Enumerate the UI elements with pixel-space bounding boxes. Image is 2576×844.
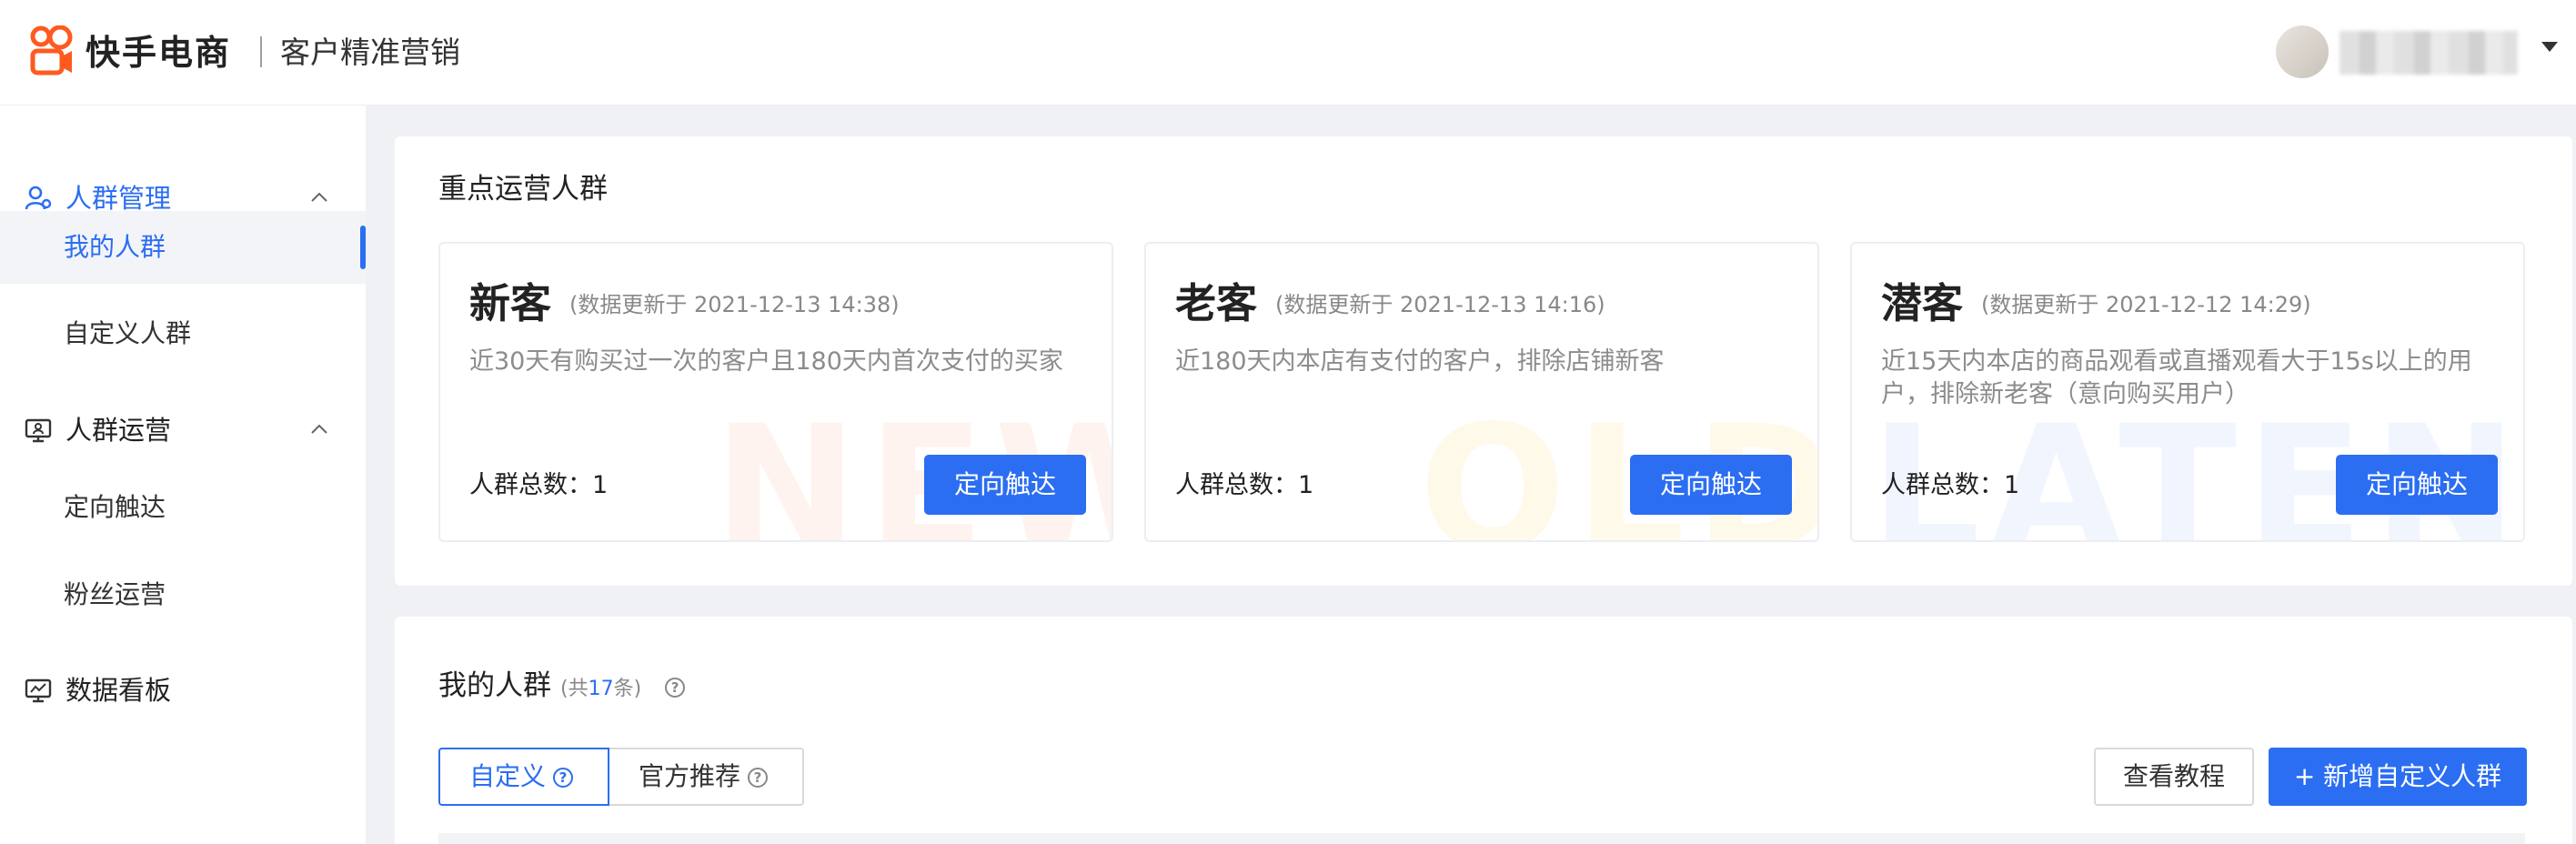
segment-count-value: 1 [592,471,609,499]
segment-update-time: (数据更新于 2021-12-13 14:38) [569,292,900,317]
sidebar-item-label: 自定义人群 [64,318,192,348]
section-title: 重点运营人群 [438,173,608,206]
segment-title: 老客 [1175,279,1258,327]
my-segments-header: 我的人群 (共17条) ? [438,668,686,708]
view-tutorial-button[interactable]: 查看教程 [2094,748,2254,806]
segment-card-new: NEW 新客 (数据更新于 2021-12-13 14:38) 近30天有购买过… [438,242,1113,542]
total-count: (共17条) [560,678,641,700]
brand-divider [260,36,262,67]
user-icon [25,186,52,210]
my-segments-panel: 我的人群 (共17条) ? [395,617,2572,844]
total-prefix: (共 [560,678,589,700]
user-name-blurred [2340,31,2518,75]
sidebar-item-my-crowds[interactable]: 我的人群 [0,211,366,284]
chevron-up-icon[interactable] [309,419,329,439]
tab-official-recommend[interactable]: 官方推荐? [608,748,804,806]
segment-description: 近180天内本店有支付的客户，排除店铺新客 [1175,347,1665,376]
targeted-reach-button[interactable]: 定向触达 [1630,455,1792,515]
targeted-reach-button[interactable]: 定向触达 [924,455,1086,515]
chart-monitor-icon [25,678,52,703]
segment-count-value: 1 [1298,471,1314,499]
segment-count-label: 人群总数： [469,471,592,499]
sidebar-item-label: 粉丝运营 [64,579,166,609]
segment-count: 人群总数：1 [469,469,608,502]
total-suffix: 条) [613,678,642,700]
segment-description: 近15天内本店的商品观看或直播观看大于15s以上的用户，排除新老客（意向购买用户… [1881,347,2472,408]
product-name: 客户精准营销 [280,35,460,70]
table-header-strip [438,833,2525,844]
segment-count: 人群总数：1 [1881,469,2019,502]
nav-group-crowd-operation[interactable]: 人群运营 [0,403,366,457]
monitor-icon [25,418,52,443]
caret-down-icon[interactable] [2541,42,2558,52]
sidebar: 人群管理 我的人群 自定义人群 人群运营 定向触达 粉丝运营 数据看板 [0,106,366,844]
tab-custom[interactable]: 自定义? [438,748,609,806]
segment-title: 新客 [469,279,552,327]
segment-title: 潜客 [1881,279,1964,327]
segment-description: 近30天有购买过一次的客户且180天内首次支付的买家 [469,347,1063,376]
sidebar-item-custom-crowds[interactable]: 自定义人群 [0,297,366,370]
segment-card-old: OLD 老客 (数据更新于 2021-12-13 14:16) 近180天内本店… [1144,242,1819,542]
segment-update-time: (数据更新于 2021-12-12 14:29) [1981,292,2311,317]
kuaishou-logo-icon[interactable] [29,25,75,76]
sidebar-item-targeted-reach[interactable]: 定向触达 [0,471,366,544]
help-icon[interactable]: ? [665,677,686,698]
tab-label: 官方推荐 [639,761,741,791]
segment-card-latent: LATENT 潜客 (数据更新于 2021-12-12 14:29) 近15天内… [1850,242,2525,542]
segment-update-time: (数据更新于 2021-12-13 14:16) [1275,292,1605,317]
tab-label: 自定义 [469,761,547,791]
nav-group-label: 人群运营 [65,415,172,446]
chevron-up-icon[interactable] [309,187,329,207]
sidebar-item-fan-operation[interactable]: 粉丝运营 [0,558,366,631]
section-title: 我的人群 [438,669,551,702]
segment-count-label: 人群总数： [1881,471,2004,499]
brand-name[interactable]: 快手电商 [86,27,231,78]
add-custom-crowd-button[interactable]: + 新增自定义人群 [2269,748,2527,806]
avatar[interactable] [2276,25,2329,78]
total-value: 17 [588,678,614,700]
help-icon[interactable]: ? [553,768,574,788]
targeted-reach-button[interactable]: 定向触达 [2336,455,2498,515]
user-menu[interactable] [2274,22,2565,82]
segment-count-label: 人群总数： [1175,471,1298,499]
top-header: 快手电商 客户精准营销 [0,0,2576,106]
sidebar-item-label: 我的人群 [64,232,166,262]
sidebar-item-label: 定向触达 [64,492,166,522]
segment-count-value: 1 [2004,471,2020,499]
segment-count: 人群总数：1 [1175,469,1313,502]
nav-group-label: 数据看板 [65,675,172,706]
help-icon[interactable]: ? [748,768,769,788]
nav-group-data-dashboard[interactable]: 数据看板 [0,663,366,718]
